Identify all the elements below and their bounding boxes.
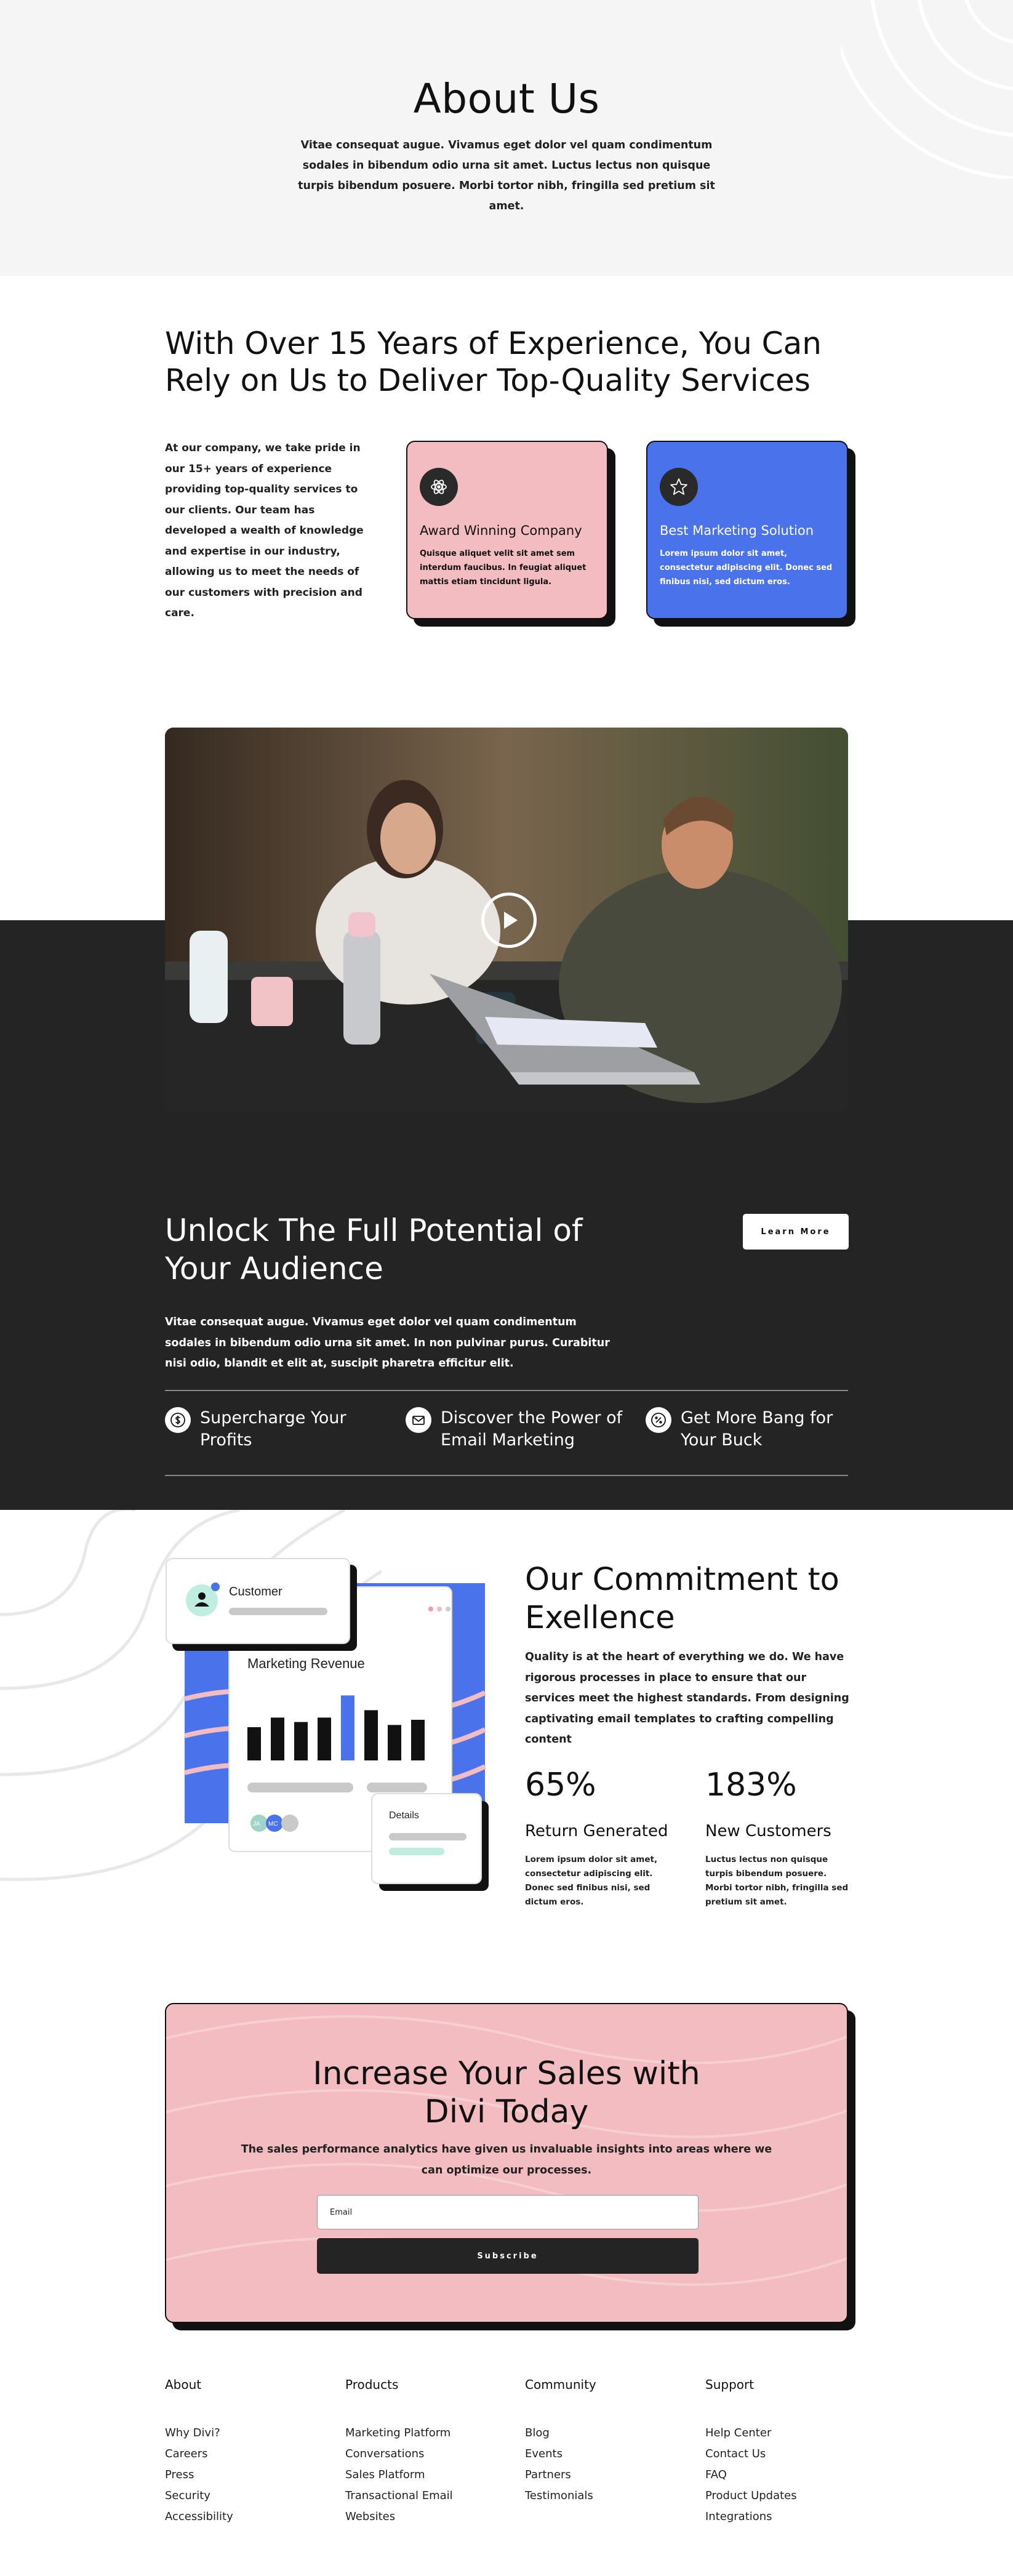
- learn-more-button[interactable]: Learn More: [743, 1214, 849, 1250]
- stat-value: 65%: [525, 1767, 596, 1804]
- newsletter-section: Increase Your Sales with Divi Today The …: [165, 2003, 848, 2323]
- card-title: Best Marketing Solution: [660, 523, 814, 538]
- footer-column-support: Support Help Center Contact Us FAQ Produ…: [705, 2377, 859, 2527]
- hero-section: About Us Vitae consequat augue. Vivamus …: [0, 0, 1013, 276]
- footer-heading: About: [165, 2377, 202, 2392]
- divider: [165, 1390, 848, 1391]
- feature-item: Get More Bang for Your Buck: [646, 1407, 865, 1451]
- feature-item: Discover the Power of Email Marketing: [406, 1407, 625, 1451]
- stat-block: 183% New Customers Luctus lectus non qui…: [705, 1767, 853, 1909]
- customer-label: Customer: [229, 1585, 282, 1599]
- footer-link[interactable]: Product Updates: [705, 2486, 859, 2506]
- marketing-card: Best Marketing Solution Lorem ipsum dolo…: [646, 441, 848, 619]
- footer-link[interactable]: Websites: [345, 2506, 499, 2527]
- footer-link[interactable]: FAQ: [705, 2465, 859, 2486]
- award-card: Award Winning Company Quisque aliquet ve…: [406, 441, 608, 619]
- atom-icon: [420, 468, 458, 506]
- play-button[interactable]: [481, 893, 537, 948]
- stat-text: Luctus lectus non quisque turpis bibendu…: [705, 1855, 849, 1907]
- footer-column-community: Community Blog Events Partners Testimoni…: [525, 2377, 679, 2506]
- revenue-bar: [411, 1720, 425, 1760]
- commitment-text: Quality is at the heart of everything we…: [525, 1651, 849, 1746]
- footer-column-products: Products Marketing Platform Conversation…: [345, 2377, 499, 2527]
- marketing-illustration: Marketing Revenue JA MC Customer Details: [166, 1558, 489, 1891]
- revenue-bar: [247, 1727, 261, 1760]
- commitment-heading: Our Commitment to Exellence: [525, 1562, 839, 1636]
- footer-link[interactable]: Blog: [525, 2423, 679, 2444]
- stat-value: 183%: [705, 1767, 797, 1804]
- revenue-bar: [294, 1722, 308, 1760]
- footer-link[interactable]: Press: [165, 2465, 319, 2486]
- revenue-bar: [341, 1695, 354, 1760]
- revenue-label: Marketing Revenue: [247, 1656, 365, 1671]
- dollar-icon: [165, 1407, 191, 1433]
- hero-subtitle: Vitae consequat augue. Vivamus eget dolo…: [298, 139, 715, 212]
- avatar-label: MC: [268, 1821, 278, 1828]
- feature-label: Supercharge Your Profits: [200, 1408, 346, 1450]
- stat-label: New Customers: [705, 1822, 831, 1840]
- email-field[interactable]: [317, 2195, 699, 2229]
- footer-link[interactable]: Help Center: [705, 2423, 859, 2444]
- footer-link[interactable]: Why Divi?: [165, 2423, 319, 2444]
- cta-heading: Increase Your Sales with Divi Today: [313, 2055, 700, 2130]
- footer-link[interactable]: Security: [165, 2486, 319, 2506]
- footer-link[interactable]: Partners: [525, 2465, 679, 2486]
- feature-item: Supercharge Your Profits: [165, 1407, 385, 1451]
- mail-icon: [406, 1407, 431, 1433]
- footer-link[interactable]: Marketing Platform: [345, 2423, 499, 2444]
- percent-icon: [646, 1407, 671, 1433]
- footer-link[interactable]: Events: [525, 2444, 679, 2465]
- footer-link[interactable]: Integrations: [705, 2506, 859, 2527]
- play-icon: [504, 912, 518, 929]
- footer-heading: Support: [705, 2377, 755, 2392]
- divider: [165, 1475, 848, 1476]
- page-title: About Us: [413, 75, 600, 122]
- footer-link[interactable]: Accessibility: [165, 2506, 319, 2527]
- star-icon: [660, 468, 698, 506]
- footer-link[interactable]: Contact Us: [705, 2444, 859, 2465]
- revenue-bar: [271, 1717, 284, 1760]
- cta-text: The sales performance analytics have giv…: [241, 2143, 772, 2177]
- stat-text: Lorem ipsum dolor sit amet, consectetur …: [525, 1855, 658, 1907]
- footer-heading: Community: [525, 2377, 596, 2392]
- footer-link[interactable]: Careers: [165, 2444, 319, 2465]
- footer-heading: Products: [345, 2377, 399, 2392]
- footer-link[interactable]: Testimonials: [525, 2486, 679, 2506]
- details-label: Details: [389, 1810, 419, 1821]
- unlock-text: Vitae consequat augue. Vivamus eget dolo…: [165, 1316, 610, 1370]
- stat-block: 65% Return Generated Lorem ipsum dolor s…: [525, 1767, 673, 1909]
- revenue-bar: [364, 1710, 378, 1760]
- card-text: Quisque aliquet velit sit amet sem inter…: [420, 549, 587, 587]
- footer-link[interactable]: Transactional Email: [345, 2486, 499, 2506]
- feature-label: Discover the Power of Email Marketing: [441, 1408, 623, 1450]
- footer-link[interactable]: Conversations: [345, 2444, 499, 2465]
- footer-column-about: About Why Divi? Careers Press Security A…: [165, 2377, 319, 2527]
- revenue-bar: [388, 1725, 401, 1760]
- stat-label: Return Generated: [525, 1822, 668, 1840]
- avatar-label: JA: [253, 1821, 260, 1828]
- subscribe-button[interactable]: Subscribe: [317, 2238, 699, 2274]
- revenue-bar: [318, 1717, 331, 1760]
- footer-link[interactable]: Sales Platform: [345, 2465, 499, 2486]
- experience-heading: With Over 15 Years of Experience, You Ca…: [165, 326, 822, 398]
- experience-text: At our company, we take pride in our 15+…: [165, 442, 364, 619]
- card-title: Award Winning Company: [420, 523, 582, 538]
- feature-label: Get More Bang for Your Buck: [681, 1408, 833, 1450]
- card-text: Lorem ipsum dolor sit amet, consectetur …: [660, 549, 833, 587]
- unlock-heading: Unlock The Full Potential of Your Audien…: [165, 1213, 583, 1286]
